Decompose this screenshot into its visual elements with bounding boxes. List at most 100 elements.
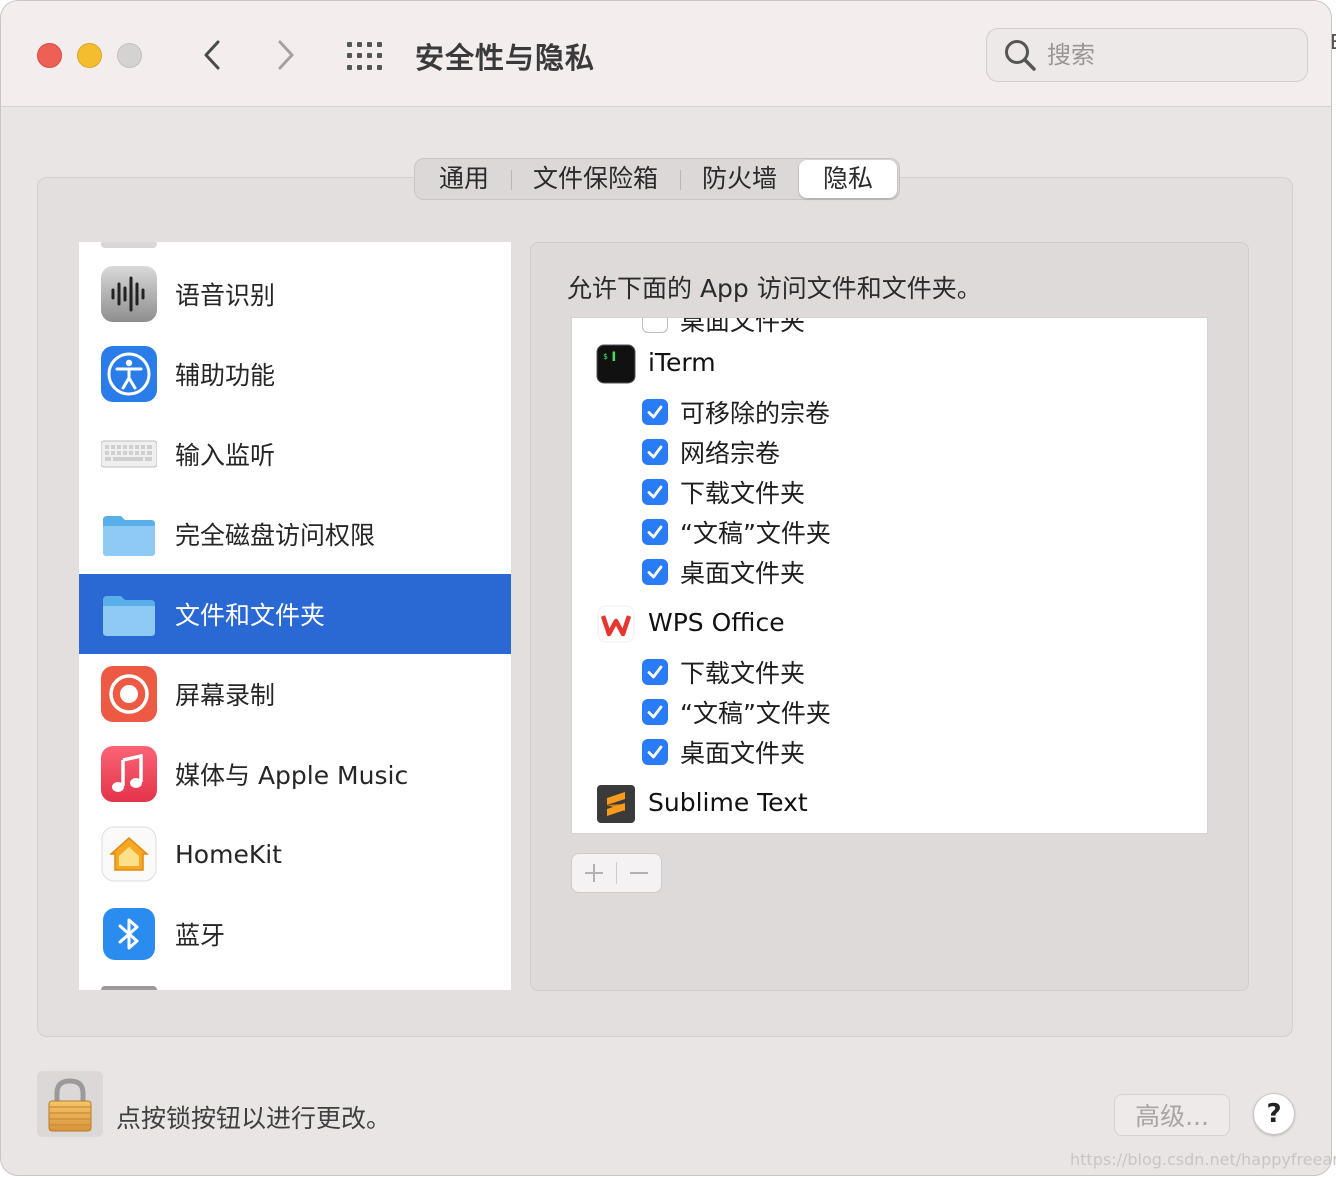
search-input[interactable]: [1047, 41, 1287, 69]
checkbox-checked[interactable]: [642, 519, 668, 545]
pane-heading: 允许下面的 App 访问文件和文件夹。: [567, 274, 982, 303]
folder-icon: [103, 516, 155, 556]
sidebar-item-label: 语音识别: [175, 281, 276, 310]
app-row-sublime-text[interactable]: Sublime Text: [572, 782, 1207, 826]
home-icon: [101, 826, 157, 882]
show-all-grid-icon[interactable]: [347, 39, 387, 71]
app-name: Sublime Text: [648, 788, 808, 817]
permission-row[interactable]: “文稿”文件夹: [642, 512, 831, 552]
permission-label: “文稿”文件夹: [680, 699, 831, 728]
tab-filevault[interactable]: 文件保险箱: [511, 160, 680, 198]
title-bar: 安全性与隐私: [1, 1, 1331, 107]
partial-list-item: [101, 242, 157, 248]
plus-icon: [585, 864, 603, 882]
sidebar-item-files-and-folders[interactable]: 文件和文件夹: [79, 574, 511, 654]
app-row-wps-office[interactable]: WPS Office: [572, 602, 1207, 646]
svg-text:$ ▌: $ ▌: [603, 351, 617, 361]
checkbox[interactable]: [642, 318, 668, 333]
sidebar-item-media-apple-music[interactable]: 媒体与 Apple Music: [79, 734, 511, 814]
minimize-button[interactable]: [77, 43, 102, 68]
forward-button[interactable]: [269, 37, 303, 73]
background-window-edge-text: E: [1330, 30, 1336, 54]
sidebar-item-label: 屏幕录制: [175, 681, 276, 710]
folder-icon: [103, 596, 155, 636]
permission-label: 下载文件夹: [680, 479, 806, 508]
tab-privacy[interactable]: 隐私: [799, 160, 898, 198]
permission-label: 桌面文件夹: [680, 317, 806, 336]
keyboard-icon: [101, 440, 157, 468]
search-field[interactable]: [986, 28, 1308, 82]
watermark: https://blog.csdn.net/happyfreeangel: [1070, 1150, 1336, 1169]
terminal-icon: $ ▌: [596, 344, 636, 384]
permission-label: “文稿”文件夹: [680, 519, 831, 548]
checkbox-checked[interactable]: [642, 699, 668, 725]
tab-bar: 通用 文件保险箱 防火墙 隐私: [414, 158, 901, 200]
checkmark-icon: [647, 445, 663, 459]
permission-label: 桌面文件夹: [680, 559, 806, 588]
accessibility-icon: [101, 346, 157, 402]
waveform-icon: [101, 266, 157, 322]
checkmark-icon: [647, 525, 663, 539]
music-icon: [101, 746, 157, 802]
permission-label: 下载文件夹: [680, 659, 806, 688]
bluetooth-icon: [103, 908, 155, 960]
app-permission-list[interactable]: 桌面文件夹 $ ▌ iTerm 可移除的宗卷 网络宗卷 下载文件夹 “文稿”文件…: [571, 317, 1208, 834]
app-row-iterm[interactable]: $ ▌ iTerm: [572, 342, 1207, 386]
tab-general[interactable]: 通用: [417, 160, 511, 198]
permission-row[interactable]: 网络宗卷: [642, 432, 780, 472]
permission-row[interactable]: 下载文件夹: [642, 652, 805, 692]
sidebar-item-speech-recognition[interactable]: 语音识别: [79, 254, 511, 334]
sidebar-item-label: 蓝牙: [175, 921, 226, 950]
preferences-window: 安全性与隐私 通用 文件保险箱 防火墙 隐私: [0, 0, 1332, 1176]
checkbox-checked[interactable]: [642, 659, 668, 685]
app-name: iTerm: [648, 348, 716, 377]
add-button[interactable]: [572, 854, 616, 892]
sidebar-item-screen-recording[interactable]: 屏幕录制: [79, 654, 511, 734]
checkbox-checked[interactable]: [642, 739, 668, 765]
sidebar-item-bluetooth[interactable]: 蓝牙: [79, 894, 511, 974]
sidebar-item-label: 完全磁盘访问权限: [175, 521, 376, 550]
sidebar-item-input-monitoring[interactable]: 输入监听: [79, 414, 511, 494]
chevron-left-icon: [204, 40, 220, 70]
sidebar-item-label: 文件和文件夹: [175, 601, 326, 630]
permission-label: 桌面文件夹: [680, 739, 806, 768]
permission-row[interactable]: 桌面文件夹: [642, 732, 805, 772]
lock-hint-text: 点按锁按钮以进行更改。: [116, 1104, 392, 1133]
permission-label: 网络宗卷: [680, 439, 781, 468]
permission-row[interactable]: “文稿”文件夹: [642, 692, 831, 732]
permission-row[interactable]: 桌面文件夹: [642, 552, 805, 592]
sidebar-item-label: HomeKit: [175, 839, 282, 869]
checkbox-checked[interactable]: [642, 479, 668, 505]
sidebar-item-label: 输入监听: [175, 441, 276, 470]
close-button[interactable]: [37, 43, 62, 68]
sidebar-item-accessibility[interactable]: 辅助功能: [79, 334, 511, 414]
permission-row[interactable]: 可移除的宗卷: [642, 392, 830, 432]
tab-firewall[interactable]: 防火墙: [680, 160, 799, 198]
checkbox-checked[interactable]: [642, 559, 668, 585]
back-button[interactable]: [195, 37, 229, 73]
files-folders-pane: 允许下面的 App 访问文件和文件夹。 桌面文件夹 $ ▌ iTerm 可移除的…: [530, 242, 1249, 991]
zoom-button[interactable]: [117, 43, 142, 68]
sidebar-item-label: 媒体与 Apple Music: [175, 761, 409, 790]
advanced-button[interactable]: 高级...: [1114, 1094, 1230, 1136]
checkmark-icon: [647, 665, 663, 679]
help-button[interactable]: ?: [1253, 1093, 1295, 1135]
privacy-category-list[interactable]: 语音识别 辅助功能 输入监听 完全磁盘访问权限 文件和文件夹 屏幕录制 媒体与 …: [79, 242, 511, 990]
permission-row[interactable]: 桌面文件夹: [642, 317, 806, 340]
wps-icon: [597, 605, 635, 643]
checkmark-icon: [647, 705, 663, 719]
permission-row[interactable]: 下载文件夹: [642, 472, 805, 512]
checkmark-icon: [647, 565, 663, 579]
lock-button[interactable]: [37, 1071, 103, 1137]
chevron-right-icon: [278, 40, 294, 70]
checkbox-checked[interactable]: [642, 399, 668, 425]
sidebar-item-full-disk-access[interactable]: 完全磁盘访问权限: [79, 494, 511, 574]
remove-button[interactable]: [617, 854, 661, 892]
app-name: WPS Office: [648, 608, 785, 637]
checkmark-icon: [647, 405, 663, 419]
checkbox-checked[interactable]: [642, 439, 668, 465]
search-icon: [1005, 40, 1036, 71]
sidebar-item-homekit[interactable]: HomeKit: [79, 814, 511, 894]
add-remove-control: [571, 853, 662, 893]
checkmark-icon: [647, 485, 663, 499]
